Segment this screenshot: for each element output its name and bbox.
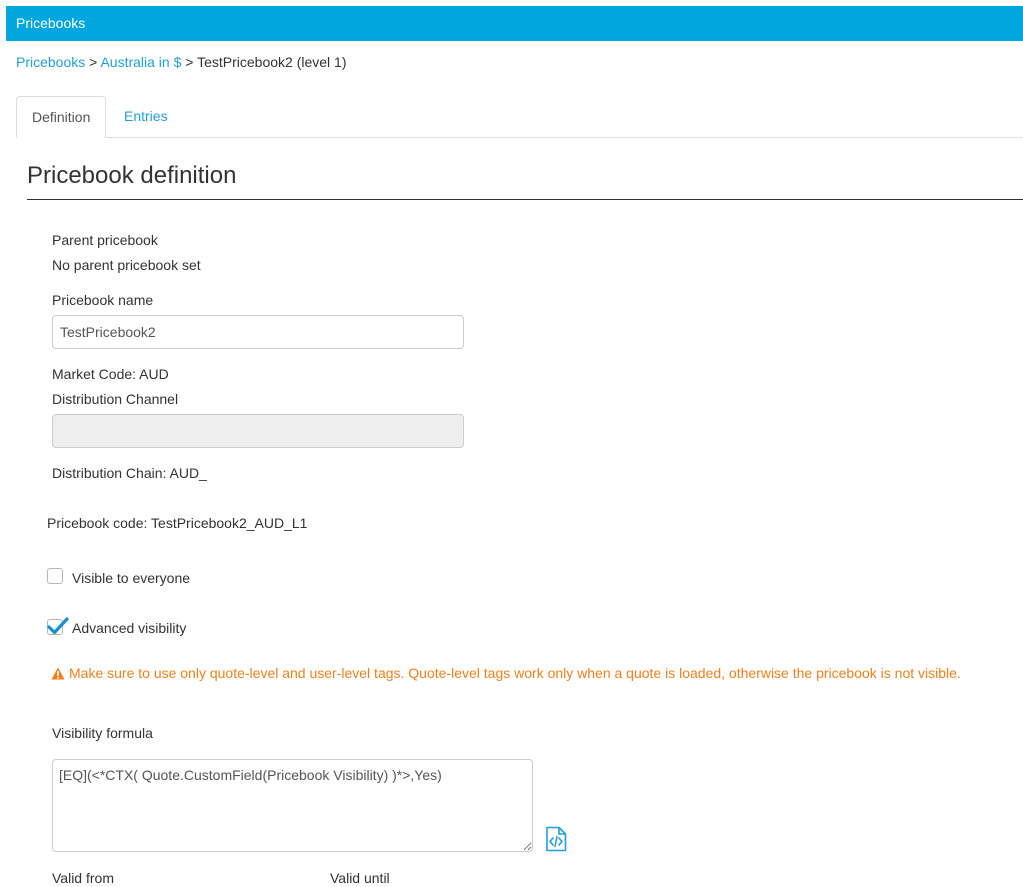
visible-to-everyone-label: Visible to everyone [72, 570, 191, 586]
code-file-icon[interactable] [545, 826, 567, 852]
valid-from-label: Valid from [52, 870, 114, 886]
tab-definition[interactable]: Definition [16, 96, 106, 138]
distribution-chain-text: Distribution Chain: AUD_ [52, 465, 207, 481]
visibility-formula-textarea[interactable]: [EQ](<*CTX( Quote.CustomField(Pricebook … [52, 759, 533, 852]
advanced-visibility-label: Advanced visibility [72, 620, 187, 636]
visibility-warning: Make sure to use only quote-level and us… [51, 664, 961, 682]
pricebook-code-text: Pricebook code: TestPricebook2_AUD_L1 [47, 515, 308, 531]
breadcrumb: Pricebooks > Australia in $ > TestPriceb… [16, 53, 347, 71]
warning-triangle-icon [51, 667, 65, 680]
valid-until-label: Valid until [330, 870, 390, 886]
market-code-text: Market Code: AUD [52, 366, 169, 382]
breadcrumb-pricebooks-link[interactable]: Pricebooks [16, 54, 85, 70]
app-header: Pricebooks [6, 6, 1023, 41]
warning-text: Make sure to use only quote-level and us… [69, 665, 961, 681]
header-title: Pricebooks [16, 15, 86, 31]
title-divider [27, 199, 1023, 200]
advanced-visibility-checkbox[interactable] [47, 617, 69, 635]
distribution-channel-label: Distribution Channel [52, 391, 179, 407]
checkmark-icon [47, 617, 69, 635]
visibility-formula-label: Visibility formula [52, 725, 153, 741]
page-title: Pricebook definition [27, 162, 237, 189]
visible-to-everyone-checkbox[interactable] [47, 568, 63, 584]
pricebook-name-label: Pricebook name [52, 292, 154, 308]
parent-pricebook-label: Parent pricebook [52, 232, 158, 248]
breadcrumb-separator: > [85, 54, 101, 70]
parent-pricebook-value: No parent pricebook set [52, 257, 201, 273]
breadcrumb-separator: > [181, 54, 198, 70]
tab-bar: Definition Entries [16, 96, 1023, 138]
breadcrumb-market-link[interactable]: Australia in $ [100, 54, 181, 70]
breadcrumb-current: TestPricebook2 (level 1) [197, 54, 347, 70]
pricebook-name-input[interactable] [52, 315, 464, 349]
distribution-channel-input[interactable] [52, 414, 464, 448]
tab-entries[interactable]: Entries [109, 96, 183, 138]
